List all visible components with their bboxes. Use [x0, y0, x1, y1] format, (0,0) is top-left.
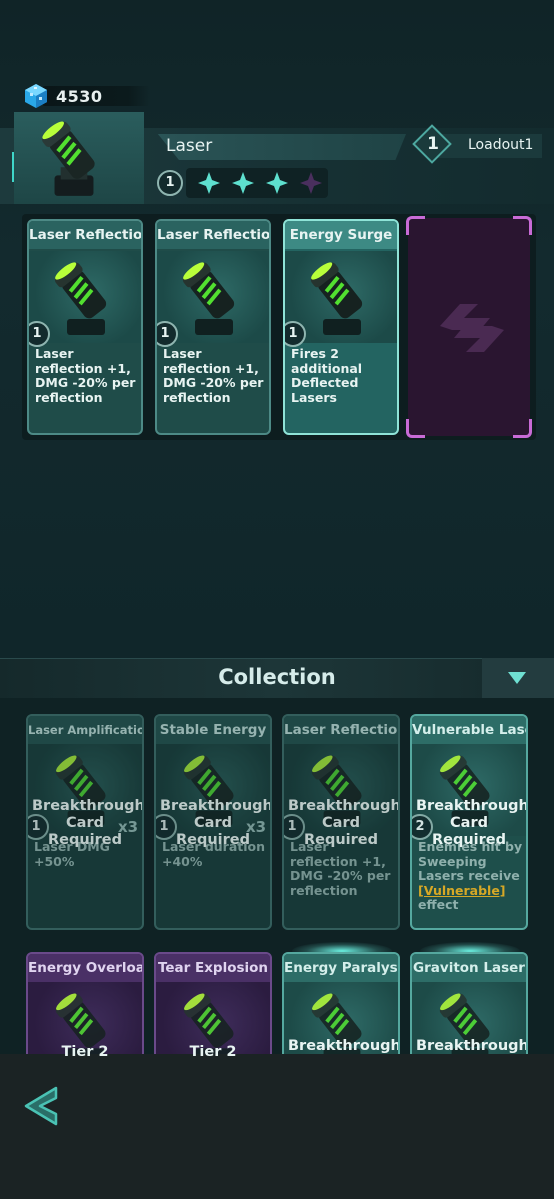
card-count: x3 [246, 818, 267, 836]
card-title: Energy Paralysis [284, 954, 398, 982]
card-description: Enemies hit by Sweeping Lasers receive [… [418, 839, 526, 913]
slot-corner [406, 216, 425, 235]
weapon-level-badge: 1 [157, 170, 183, 196]
star-filled-icon [198, 172, 220, 194]
bottom-nav-bar [0, 1054, 554, 1199]
card-count: x3 [118, 818, 139, 836]
collection-card[interactable]: Laser Reflection Breakthrough Card Requi… [282, 714, 400, 930]
laser-cannon-icon [310, 262, 363, 335]
star-filled-icon [266, 172, 288, 194]
desc-text: effect [418, 897, 459, 912]
collection-title: Collection [218, 665, 336, 689]
laser-cannon-icon [42, 121, 95, 196]
collection-toggle[interactable] [482, 658, 554, 698]
card-description: Laser reflection +1, DMG -20% per reflec… [35, 346, 136, 405]
back-arrow-icon[interactable] [22, 1084, 62, 1128]
laser-cannon-icon [54, 262, 107, 335]
slot-corner [406, 419, 425, 438]
card-title: Energy Surge [285, 221, 397, 249]
equipped-card[interactable]: Laser Reflection 1 Laser reflection +1, … [27, 219, 143, 435]
loadout-number: 1 [427, 134, 439, 154]
lock-text: Tier 2 [189, 1044, 237, 1060]
star-filled-icon [232, 172, 254, 194]
currency-display: 4530 [22, 81, 150, 111]
slot-corner [513, 419, 532, 438]
card-title: Laser Amplification [28, 716, 142, 744]
card-level-badge: 1 [29, 321, 50, 347]
card-level-badge: 1 [157, 321, 178, 347]
equipped-card[interactable]: Laser Reflection 1 Laser reflection +1, … [155, 219, 271, 435]
loadout-selector[interactable]: 1 Loadout1 [412, 124, 542, 164]
swap-icon [440, 304, 504, 352]
triangle-down-icon [508, 672, 526, 684]
card-description: Laser reflection +1, DMG -20% per reflec… [163, 346, 264, 405]
card-title: Energy Overload [28, 954, 142, 982]
collection-card[interactable]: Laser Amplification Breakthrough Card Re… [26, 714, 144, 930]
laser-cannon-icon [182, 262, 235, 335]
vulnerable-tag[interactable]: [Vulnerable] [418, 883, 506, 898]
star-empty-icon [300, 172, 322, 194]
equipped-card[interactable]: Energy Surge 1 Fires 2 additional Deflec… [283, 219, 399, 435]
slot-corner [513, 216, 532, 235]
card-description: Fires 2 additional Deflected Lasers [291, 346, 363, 405]
collection-card[interactable]: Vulnerable Laser Breakthrough Card Requi… [410, 714, 528, 930]
card-title: Graviton Laser [412, 954, 526, 982]
collection-card[interactable]: Stable Energy Breakthrough Card Required… [154, 714, 272, 930]
card-title: Laser Reflection [284, 716, 398, 744]
card-title: Tear Explosion [156, 954, 270, 982]
weapon-name: Laser [166, 136, 213, 156]
card-title: Stable Energy [156, 716, 270, 744]
lock-text: Breakthrough [416, 1038, 528, 1054]
cube-icon [25, 84, 47, 108]
card-title: Vulnerable Laser [412, 716, 526, 744]
card-level-badge: 1 [285, 321, 306, 347]
loadout-label: Loadout1 [468, 137, 534, 153]
card-title: Laser Reflection [157, 221, 269, 249]
card-title: Laser Reflection [29, 221, 141, 249]
lock-text: Breakthrough [288, 1038, 400, 1054]
lock-text: Tier 2 [61, 1044, 109, 1060]
currency-value: 4530 [56, 86, 103, 106]
